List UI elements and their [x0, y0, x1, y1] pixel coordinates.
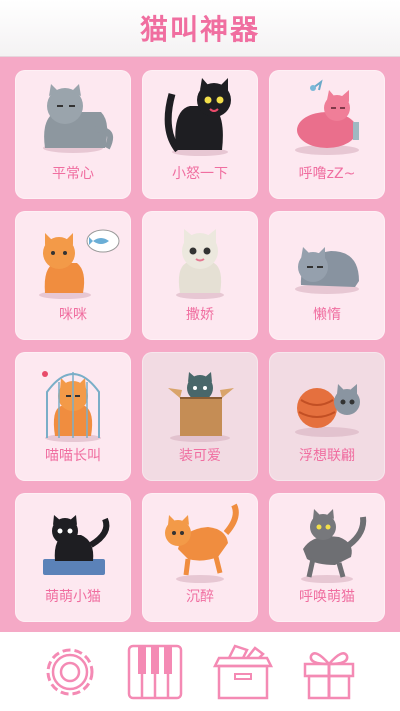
bottom-toolbar [0, 632, 400, 711]
sound-label: 平常心 [52, 166, 94, 182]
caged-orange-cat-icon [42, 371, 101, 442]
gray-walking-cat-icon [301, 509, 367, 583]
sound-card-purr[interactable]: 呼噜zZ~ [269, 70, 385, 199]
sound-label: 呼噜zZ~ [298, 166, 356, 182]
sound-label: 萌萌小猫 [45, 589, 101, 605]
sound-label: 懒惰 [313, 307, 341, 323]
sound-label: 浮想联翩 [299, 448, 355, 464]
pink-sleeping-cat-icon [295, 79, 359, 155]
sound-card-call-cat[interactable]: 呼唤萌猫 [269, 493, 385, 622]
orange-fish-thought-cat-icon [39, 229, 120, 299]
sound-card-intoxicated[interactable]: 沉醉 [142, 493, 258, 622]
orange-jumping-cat-icon [165, 503, 239, 583]
sound-label: 沉醉 [186, 589, 214, 605]
piano-icon[interactable] [123, 640, 187, 704]
sound-card-lazy[interactable]: 懒惰 [269, 211, 385, 340]
sound-card-act-cute[interactable]: 装可爱 [142, 352, 258, 481]
white-cute-cat-icon [176, 229, 224, 299]
sound-card-daydream[interactable]: 浮想联翩 [269, 352, 385, 481]
sound-label: 装可爱 [179, 448, 221, 464]
sound-card-angry[interactable]: 小怒一下 [142, 70, 258, 199]
sound-card-kitten[interactable]: 萌萌小猫 [15, 493, 131, 622]
sound-label: 喵喵长叫 [45, 448, 101, 464]
gray-lazy-cat-icon [295, 247, 359, 294]
sound-label: 咪咪 [59, 307, 87, 323]
app-title: 猫叫神器 [139, 13, 260, 46]
black-angry-cat-icon [164, 78, 231, 156]
sound-card-cute[interactable]: 撒娇 [142, 211, 258, 340]
sound-card-meow[interactable]: 咪咪 [15, 211, 131, 340]
box-icon[interactable] [211, 640, 275, 704]
gift-icon[interactable] [297, 640, 361, 704]
sound-card-long-meow[interactable]: 喵喵长叫 [15, 352, 131, 481]
gray-sitting-cat-icon [43, 84, 113, 153]
black-kitten-in-litter-icon [43, 515, 110, 575]
sound-label: 呼唤萌猫 [299, 589, 355, 605]
cat-in-box-icon [168, 372, 234, 442]
sound-label: 小怒一下 [172, 166, 228, 182]
app-header: 猫叫神器 [0, 0, 400, 57]
settings-icon[interactable] [38, 640, 102, 704]
sound-label: 撒娇 [186, 307, 214, 323]
sound-grid: 平常心 小怒一下 呼噜zZ~ 咪咪 撒娇 懒惰 喵喵长叫 装可爱 浮想联翩 萌萌… [15, 70, 385, 622]
sound-card-calm[interactable]: 平常心 [15, 70, 131, 199]
cat-with-yarn-icon [295, 384, 360, 437]
